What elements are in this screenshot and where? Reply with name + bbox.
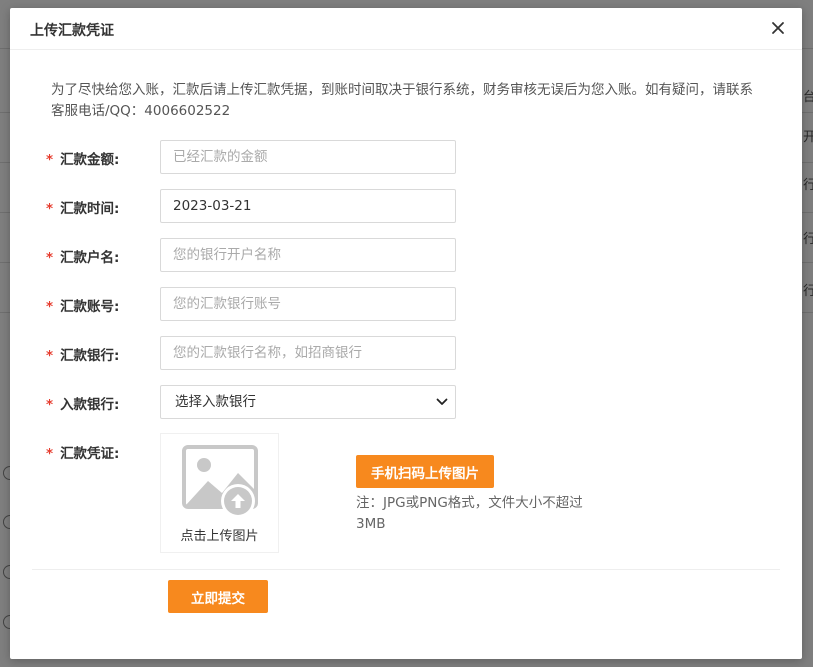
form-row-account-number: * 汇款账号: [10,287,802,321]
bg-text-fragment: 行 [803,284,813,299]
required-mark: * [46,397,54,413]
required-mark: * [46,446,54,462]
bank-name-input[interactable] [160,336,456,370]
date-input[interactable] [160,189,456,223]
field-label: * 汇款户名: [46,246,156,266]
account-name-input[interactable] [160,238,456,272]
required-mark: * [46,201,54,217]
label-text: 汇款凭证: [60,446,120,462]
scan-upload-button[interactable]: 手机扫码上传图片 [356,455,494,488]
field-label: * 汇款凭证: [46,442,156,462]
dialog-header: 上传汇款凭证 [10,8,802,50]
label-text: 入款银行: [60,397,120,413]
label-text: 汇款金额: [60,152,120,168]
required-mark: * [46,152,54,168]
submit-button[interactable]: 立即提交 [168,580,268,613]
upload-voucher-dialog: 上传汇款凭证 为了尽快给您入账，汇款后请上传汇款凭据，到账时间取决于银行系统，财… [10,8,802,659]
dialog-title: 上传汇款凭证 [30,23,114,39]
amount-input[interactable] [160,140,456,174]
image-upload-icon [182,445,258,518]
upload-notice: 为了尽快给您入账，汇款后请上传汇款凭据，到账时间取决于银行系统，财务审核无误后为… [51,82,753,119]
bg-text-fragment: 开 [803,130,813,145]
form-row-date: * 汇款时间: [10,189,802,223]
bg-text-fragment: 行 [803,178,813,193]
field-label: * 汇款时间: [46,197,156,217]
field-label: * 汇款金额: [46,148,156,168]
required-mark: * [46,348,54,364]
required-mark: * [46,250,54,266]
receiving-bank-select[interactable]: 选择入款银行 [160,385,456,419]
bg-text-fragment: 行 [803,232,813,247]
form-divider [32,569,780,570]
label-text: 汇款银行: [60,348,120,364]
close-icon [772,22,784,34]
image-upload-area[interactable]: 点击上传图片 [160,433,279,553]
field-label: * 汇款银行: [46,344,156,364]
label-text: 汇款户名: [60,250,120,266]
required-mark: * [46,299,54,315]
form-row-account-name: * 汇款户名: [10,238,802,272]
field-label: * 汇款账号: [46,295,156,315]
bg-text-fragment: 台 [803,90,813,105]
label-text: 汇款账号: [60,299,120,315]
account-number-input[interactable] [160,287,456,321]
close-button[interactable] [768,18,788,38]
label-text: 汇款时间: [60,201,120,217]
form-row-receiving-bank: * 入款银行: 选择入款银行 [10,385,802,419]
upload-hint: 注：JPG或PNG格式，文件大小不超过3MB [356,495,583,532]
form-row-amount: * 汇款金额: [10,140,802,174]
form-row-bank: * 汇款银行: [10,336,802,370]
field-label: * 入款银行: [46,393,156,413]
upload-label: 点击上传图片 [180,529,259,544]
